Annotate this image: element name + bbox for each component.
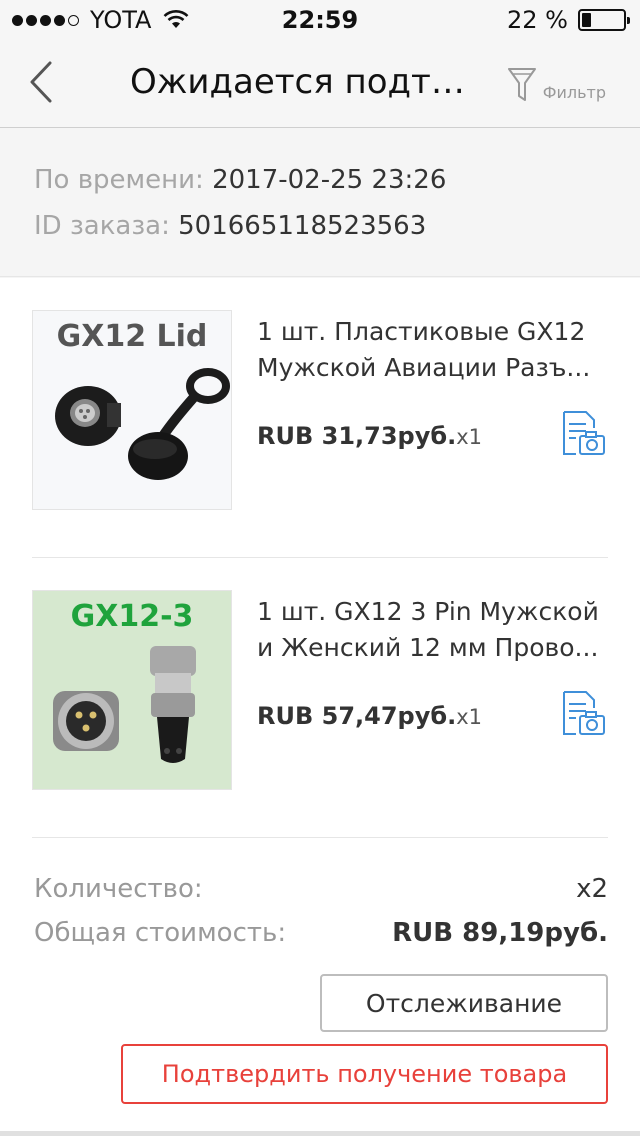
snapshot-icon	[563, 411, 605, 455]
order-id-row: ID заказа: 501665118523563	[34, 211, 640, 241]
connector-lid-image	[55, 368, 230, 480]
product-image[interactable]: GX12-3	[32, 590, 232, 790]
snapshot-button[interactable]	[556, 408, 608, 460]
product-title-line1: 1 шт. GX12 3 Pin Мужской	[257, 597, 599, 626]
product-qty: x1	[456, 425, 483, 449]
filter-button[interactable]: Фильтр	[507, 66, 606, 104]
products-section: GX12 Lid 1 шт. Пластиковые GX12 Мужской …	[0, 278, 640, 1131]
price-value: RUB 57,47руб.	[257, 702, 457, 730]
status-bar: YOTA 22:59 22 %	[0, 0, 640, 40]
battery-icon	[578, 9, 630, 31]
total-label: Общая стоимость:	[34, 918, 287, 948]
product-title-line2: и Женский 12 мм Прово...	[257, 633, 599, 662]
product-qty: x1	[456, 705, 483, 729]
order-time-label: По времени:	[34, 165, 204, 195]
connector-pin-image	[53, 646, 196, 763]
order-id-label: ID заказа:	[34, 211, 170, 241]
filter-icon	[507, 68, 536, 101]
product-title-line1: 1 шт. Пластиковые GX12	[257, 317, 586, 346]
product-image-caption: GX12-3	[70, 599, 194, 634]
product-image-caption: GX12 Lid	[56, 319, 208, 354]
bottom-strip	[0, 1131, 640, 1136]
quantity-row: Количество: x2	[34, 874, 608, 904]
filter-label: Фильтр	[542, 82, 606, 102]
product-item: GX12 Lid 1 шт. Пластиковые GX12 Мужской …	[0, 278, 640, 558]
battery-percent: 22 %	[507, 6, 568, 34]
product-image[interactable]: GX12 Lid	[32, 310, 232, 510]
price-value: RUB 31,73руб.	[257, 422, 457, 450]
total-row: Общая стоимость: RUB 89,19руб.	[34, 918, 608, 948]
battery-level	[582, 13, 591, 27]
product-price: RUB 57,47руб.x1	[257, 702, 482, 730]
divider	[32, 837, 608, 838]
status-right: 22 %	[507, 6, 630, 34]
order-info: По времени: 2017-02-25 23:26 ID заказа: …	[0, 129, 640, 277]
product-item: GX12-3 1 шт. GX12 3 Pin Мужской и Женски…	[0, 558, 640, 838]
quantity-label: Количество:	[34, 874, 203, 904]
order-time-value: 2017-02-25 23:26	[212, 165, 447, 195]
nav-bar: Ожидается подтв... Фильтр	[0, 40, 640, 128]
order-time-row: По времени: 2017-02-25 23:26	[34, 165, 640, 195]
snapshot-icon	[563, 691, 605, 735]
track-button[interactable]: Отслеживание	[320, 974, 608, 1032]
product-price: RUB 31,73руб.x1	[257, 422, 482, 450]
product-title[interactable]: 1 шт. Пластиковые GX12 Мужской Авиации Р…	[257, 314, 612, 386]
order-id-value: 501665118523563	[178, 211, 427, 241]
chevron-left-icon	[30, 61, 52, 103]
product-title[interactable]: 1 шт. GX12 3 Pin Мужской и Женский 12 мм…	[257, 594, 612, 666]
product-title-line2: Мужской Авиации Разъ...	[257, 353, 591, 382]
total-value: RUB 89,19руб.	[392, 918, 608, 948]
snapshot-button[interactable]	[556, 688, 608, 740]
back-button[interactable]	[20, 58, 64, 106]
page-title: Ожидается подтв...	[130, 62, 470, 102]
quantity-value: x2	[576, 874, 608, 904]
confirm-receipt-button[interactable]: Подтвердить получение товара	[121, 1044, 608, 1104]
